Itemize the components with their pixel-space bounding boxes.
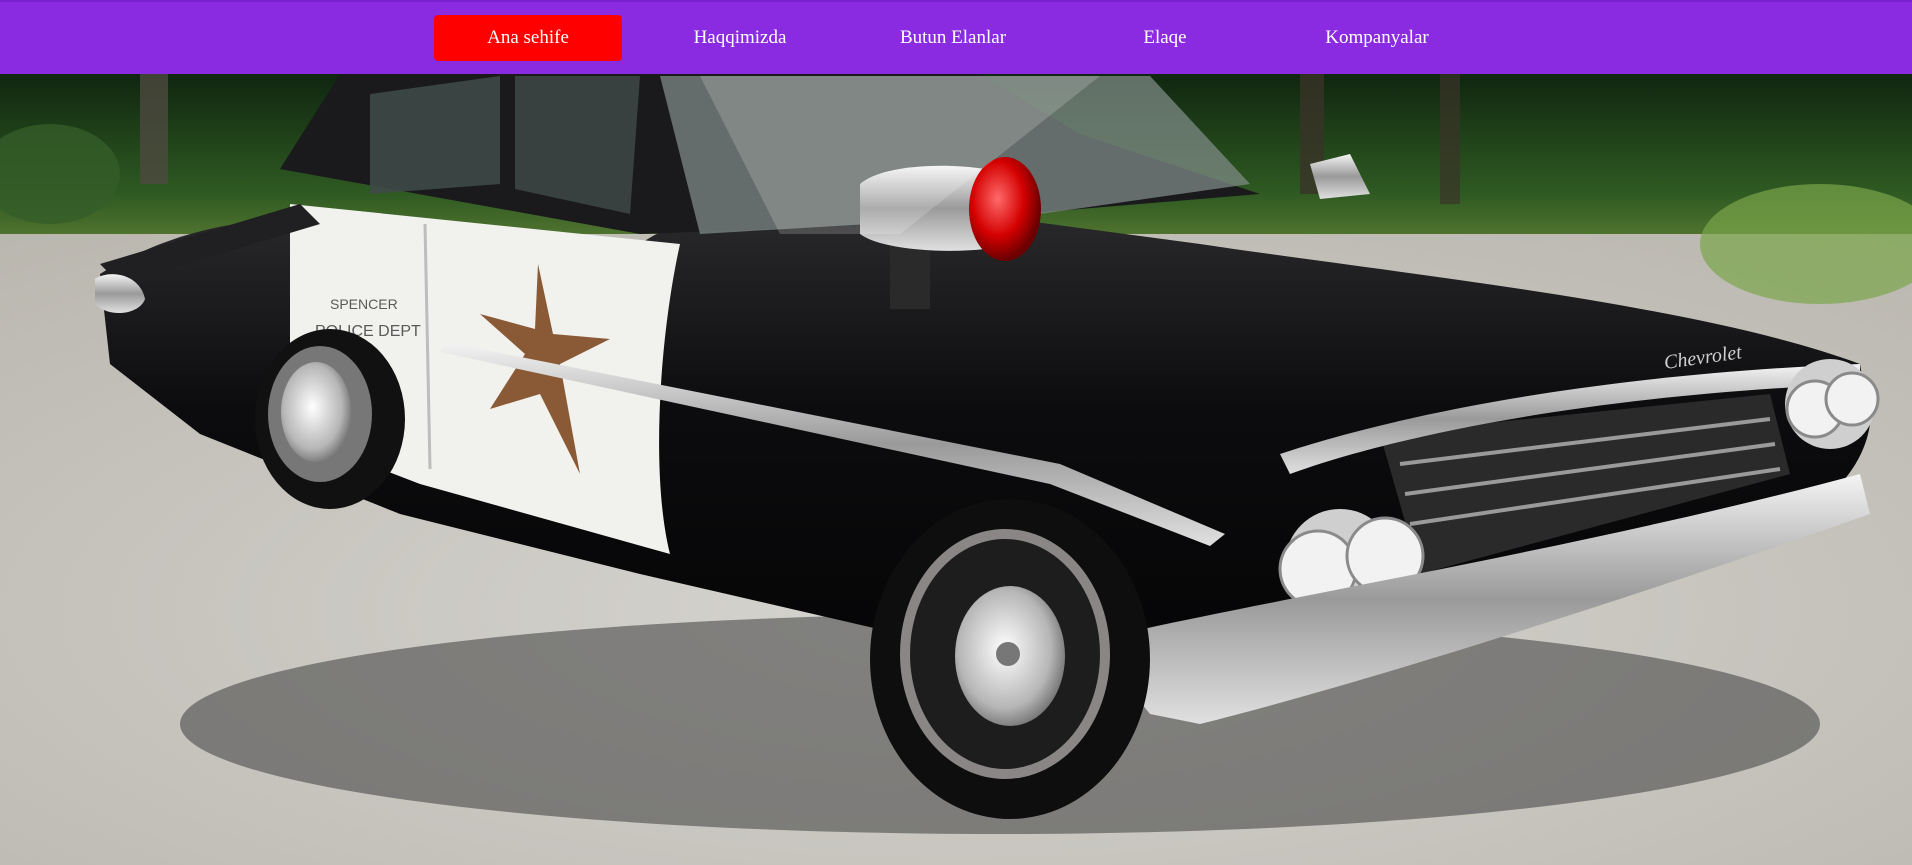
front-wheel [870, 499, 1150, 819]
nav-home[interactable]: Ana sehife [434, 15, 622, 61]
rear-wheel [255, 329, 405, 509]
nav-about[interactable]: Haqqimizda [646, 15, 834, 61]
hero-image: SPENCER POLICE DEPT Chevrolet [0, 74, 1912, 865]
nav-all-listings[interactable]: Butun Elanlar [858, 15, 1048, 61]
door-text-line1: SPENCER [330, 296, 398, 312]
main-nav: Ana sehife Haqqimizda Butun Elanlar Elaq… [0, 2, 1912, 76]
rear-window [370, 76, 500, 194]
nav-contact[interactable]: Elaqe [1070, 15, 1260, 61]
top-navigation-bar: Ana sehife Haqqimizda Butun Elanlar Elaq… [0, 0, 1912, 74]
nav-companies[interactable]: Kompanyalar [1282, 15, 1472, 61]
police-car-illustration: SPENCER POLICE DEPT Chevrolet [0, 74, 1912, 865]
